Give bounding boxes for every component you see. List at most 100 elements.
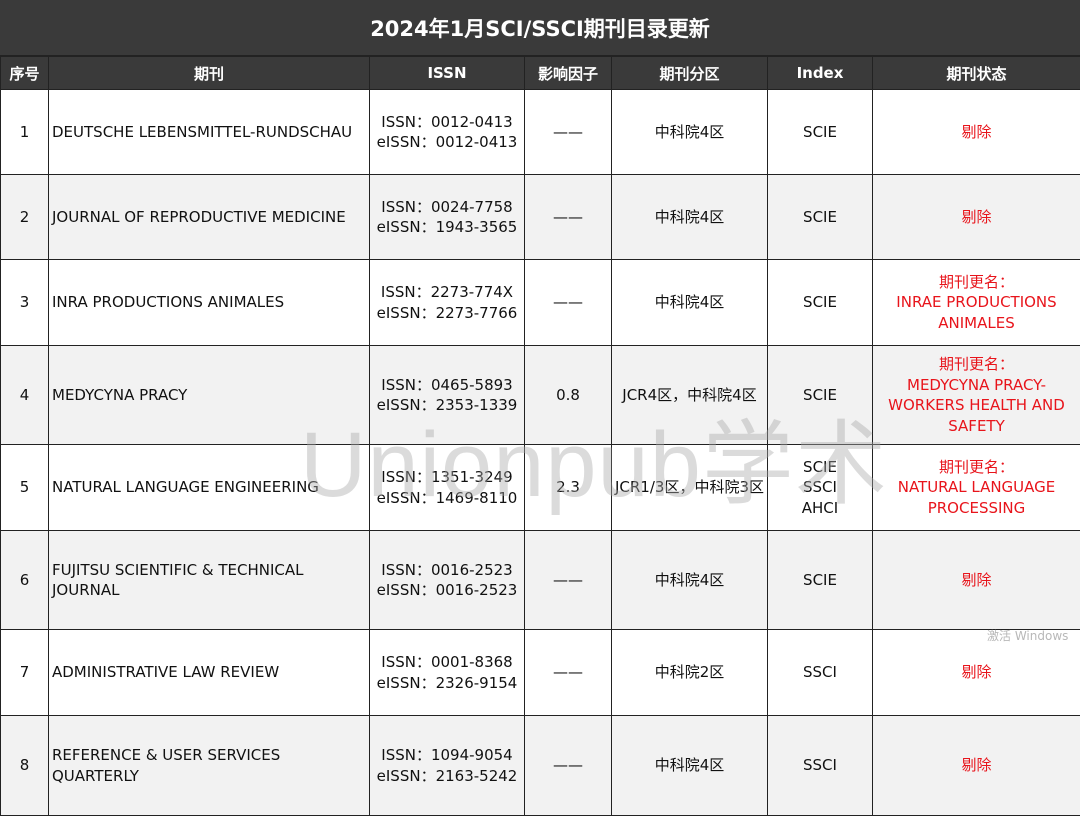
index-cell-line: AHCI bbox=[801, 498, 839, 517]
issn-cell: ISSN：1351-3249 eISSN：1469-8110 bbox=[369, 444, 525, 531]
header-journal: 期刊 bbox=[48, 56, 370, 90]
issn-cell-line: ISSN：0024-7758 bbox=[381, 197, 513, 216]
journal-zone: JCR1/3区，中科院3区 bbox=[611, 444, 768, 531]
impact-factor: —— bbox=[524, 259, 612, 346]
journal-name: ADMINISTRATIVE LAW REVIEW bbox=[48, 629, 370, 716]
header-no: 序号 bbox=[0, 56, 49, 90]
issn-cell: ISSN：0012-0413 eISSN：0012-0413 bbox=[369, 89, 525, 175]
index-cell-line: SCIE bbox=[803, 457, 837, 476]
journal-zone: 中科院4区 bbox=[611, 174, 768, 260]
index-cell: SCIE bbox=[767, 345, 873, 445]
issn-cell-line: ISSN：0016-2523 bbox=[381, 560, 513, 579]
index-cell-line: SCIE bbox=[803, 570, 837, 589]
journal-status: 剔除 bbox=[872, 715, 1080, 816]
impact-factor: —— bbox=[524, 715, 612, 816]
table-row: 6 FUJITSU SCIENTIFIC & TECHNICAL JOURNAL IS… bbox=[0, 530, 1080, 630]
header-zone: 期刊分区 bbox=[611, 56, 768, 90]
table-row: 1 DEUTSCHE LEBENSMITTEL-RUNDSCHAU ISSN：001… bbox=[0, 89, 1080, 175]
index-cell: SCIE SSCI AHCI bbox=[767, 444, 873, 531]
issn-cell-line: eISSN：1469-8110 bbox=[376, 488, 518, 507]
row-number: 2 bbox=[0, 174, 49, 260]
impact-factor: —— bbox=[524, 174, 612, 260]
issn-cell: ISSN：0016-2523 eISSN：0016-2523 bbox=[369, 530, 525, 630]
index-cell-line: SCIE bbox=[803, 207, 837, 226]
impact-factor: —— bbox=[524, 629, 612, 716]
journal-status-line: SAFETY bbox=[948, 416, 1005, 435]
impact-factor: —— bbox=[524, 530, 612, 630]
journal-zone: 中科院2区 bbox=[611, 629, 768, 716]
issn-cell-line: ISSN：2273-774X bbox=[380, 283, 514, 301]
journal-status-line: INRAE PRODUCTIONS bbox=[896, 293, 1057, 312]
issn-cell-line: ISSN：1351-3249 bbox=[381, 468, 513, 486]
journal-name-line: MEDYCYNA PRACY bbox=[52, 385, 188, 404]
issn-cell-line: eISSN：1943-3565 bbox=[376, 218, 518, 236]
journal-status-line: 期刊更名： bbox=[938, 457, 1014, 476]
journal-status-line: 剔除 bbox=[961, 122, 992, 141]
header-impact-factor: 影响因子 bbox=[524, 56, 612, 90]
issn-cell-line: ISSN：0465-5893 bbox=[381, 375, 513, 394]
issn-cell-line: eISSN：2163-5242 bbox=[376, 766, 518, 785]
row-number: 1 bbox=[0, 89, 49, 175]
table-row: 3 INRA PRODUCTIONS ANIMALES ISSN：2273-774X… bbox=[0, 259, 1080, 346]
table-row: 2 JOURNAL OF REPRODUCTIVE MEDICINE ISSN：00… bbox=[0, 174, 1080, 260]
journal-zone: 中科院4区 bbox=[611, 715, 768, 816]
journal-status-line: 剔除 bbox=[961, 207, 992, 226]
issn-cell: ISSN：0024-7758 eISSN：1943-3565 bbox=[369, 174, 525, 260]
journal-status: 剔除 bbox=[872, 174, 1080, 260]
journal-status-line: WORKERS HEALTH AND bbox=[888, 396, 1065, 414]
index-cell-line: SSCI bbox=[803, 663, 837, 682]
row-number: 7 bbox=[0, 629, 49, 716]
issn-cell-line: eISSN：2326-9154 bbox=[376, 673, 518, 692]
index-cell-line: SCIE bbox=[803, 385, 837, 404]
journal-status-line: NATURAL LANGUAGE bbox=[897, 478, 1056, 497]
issn-cell: ISSN：0465-5893 eISSN：2353-1339 bbox=[369, 345, 525, 445]
journal-status-line: ANIMALES bbox=[938, 313, 1015, 332]
journal-name: INRA PRODUCTIONS ANIMALES bbox=[48, 259, 370, 346]
journal-zone: 中科院4区 bbox=[611, 259, 768, 346]
index-cell-line: SSCI bbox=[803, 478, 837, 497]
header-index: Index bbox=[767, 56, 873, 90]
page-title: 2024年1月SCI/SSCI期刊目录更新 bbox=[0, 0, 1080, 56]
journal-name-line: ADMINISTRATIVE LAW REVIEW bbox=[52, 663, 280, 682]
row-number: 8 bbox=[0, 715, 49, 816]
journal-zone: JCR4区，中科院4区 bbox=[611, 345, 768, 445]
journal-name: REFERENCE & USER SERVICES QUARTERLY bbox=[48, 715, 370, 816]
journal-status-line: 剔除 bbox=[961, 663, 992, 682]
journal-status: 剔除 bbox=[872, 530, 1080, 630]
issn-cell-line: eISSN：0012-0413 bbox=[376, 133, 518, 151]
journal-name: MEDYCYNA PRACY bbox=[48, 345, 370, 445]
issn-cell-line: ISSN：0012-0413 bbox=[381, 112, 513, 131]
journal-status-line: 期刊更名： bbox=[938, 272, 1014, 291]
issn-cell-line: ISSN：1094-9054 bbox=[381, 746, 513, 764]
journal-status: 期刊更名： MEDYCYNA PRACY- WORKERS HEALTH AND SA… bbox=[872, 345, 1080, 445]
table-row: 8 REFERENCE & USER SERVICES QUARTERLY ISSN… bbox=[0, 715, 1080, 816]
journal-status-line: PROCESSING bbox=[927, 498, 1026, 517]
journal-status: 剔除 bbox=[872, 89, 1080, 175]
journal-status-line: MEDYCYNA PRACY- bbox=[907, 375, 1046, 394]
index-cell-line: SCIE bbox=[803, 122, 837, 141]
issn-cell-line: eISSN：2273-7766 bbox=[376, 303, 518, 322]
index-cell: SCIE bbox=[767, 174, 873, 260]
journal-name-line: INRA PRODUCTIONS ANIMALES bbox=[52, 293, 285, 312]
index-cell: SCIE bbox=[767, 530, 873, 630]
header-issn: ISSN bbox=[369, 56, 525, 90]
journal-name-line: REFERENCE & USER SERVICES QUARTERLY bbox=[52, 746, 281, 785]
journal-name: DEUTSCHE LEBENSMITTEL-RUNDSCHAU bbox=[48, 89, 370, 175]
issn-cell: ISSN：2273-774X eISSN：2273-7766 bbox=[369, 259, 525, 346]
journal-status-line: 剔除 bbox=[961, 570, 992, 589]
journal-name-line: NATURAL LANGUAGE ENGINEERING bbox=[52, 478, 319, 497]
row-number: 3 bbox=[0, 259, 49, 346]
journal-name-line: FUJITSU SCIENTIFIC & TECHNICAL bbox=[52, 560, 304, 579]
index-cell-line: SCIE bbox=[803, 293, 837, 312]
issn-cell-line: eISSN：2353-1339 bbox=[376, 396, 518, 414]
journal-zone: 中科院4区 bbox=[611, 530, 768, 630]
journal-status-line: 剔除 bbox=[961, 756, 992, 775]
journal-name: FUJITSU SCIENTIFIC & TECHNICAL JOURNAL bbox=[48, 530, 370, 630]
index-cell: SSCI bbox=[767, 629, 873, 716]
index-cell-line: SSCI bbox=[803, 756, 837, 775]
index-cell: SCIE bbox=[767, 259, 873, 346]
journal-name: JOURNAL OF REPRODUCTIVE MEDICINE bbox=[48, 174, 370, 260]
header-row: 序号 期刊 ISSN 影响因子 期刊分区 Index 期刊状态 bbox=[0, 56, 1080, 90]
row-number: 4 bbox=[0, 345, 49, 445]
table-row: 5 NATURAL LANGUAGE ENGINEERING ISSN：1351-3… bbox=[0, 444, 1080, 531]
